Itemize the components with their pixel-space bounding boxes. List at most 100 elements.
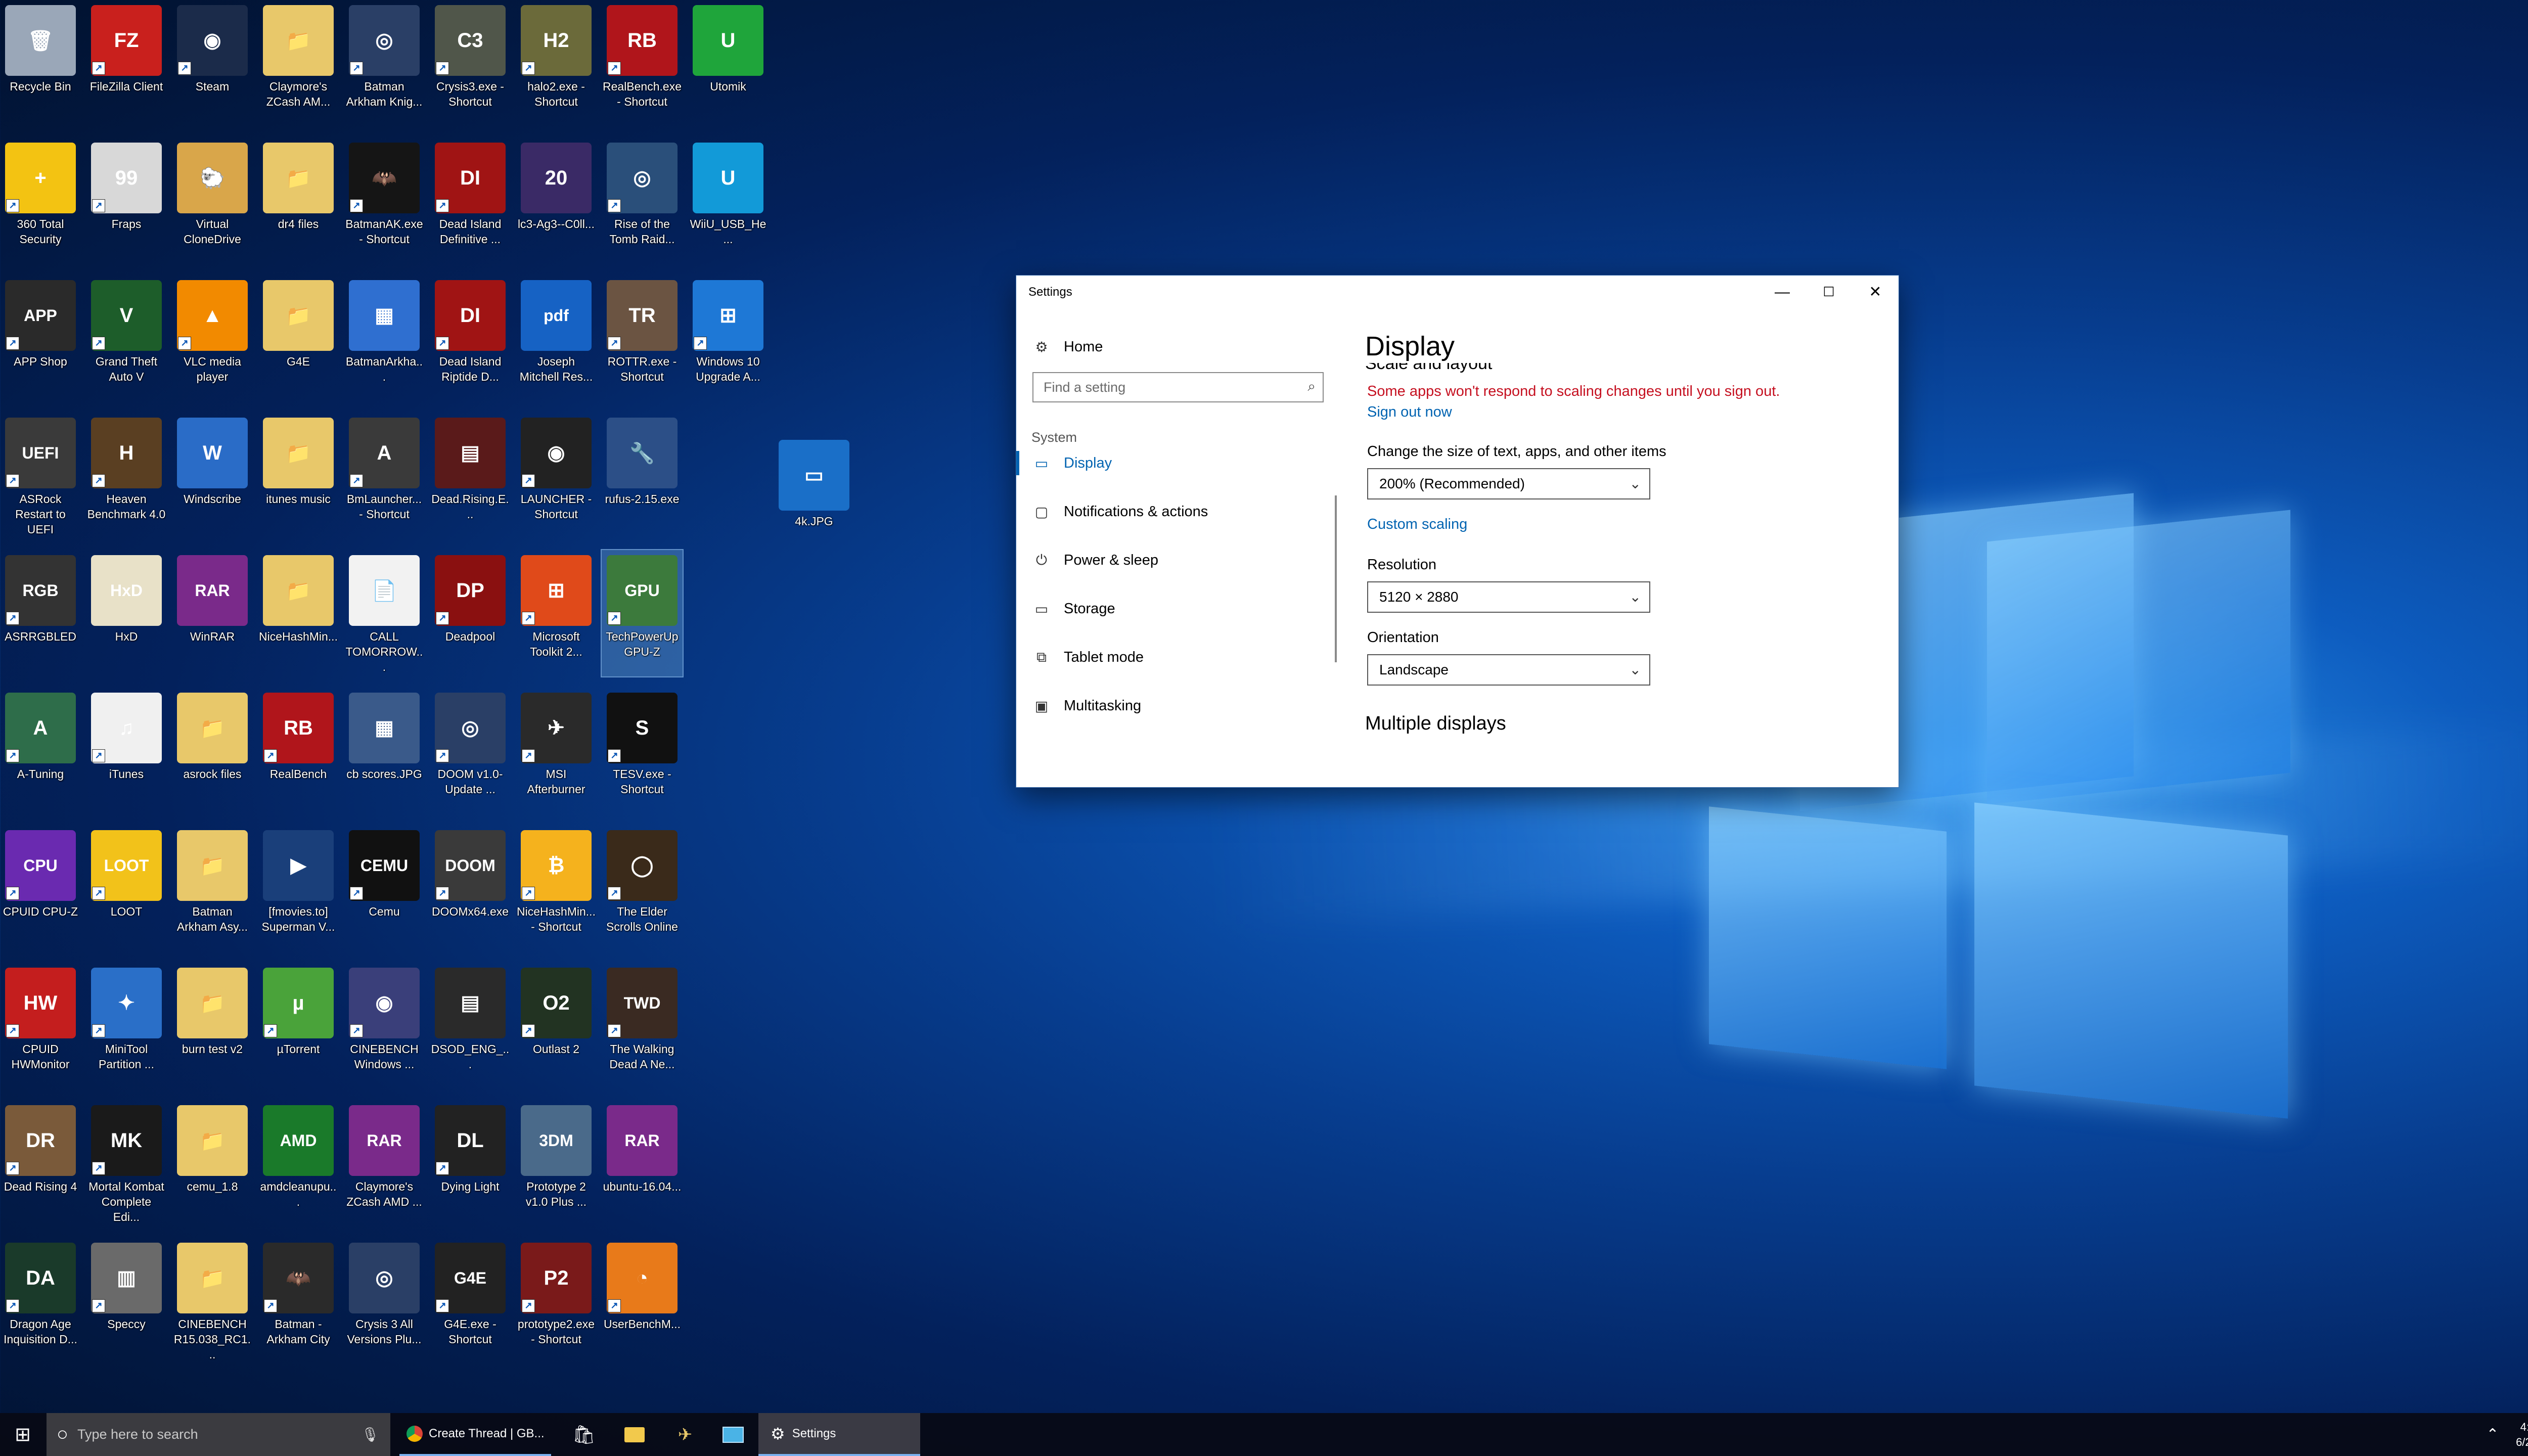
desktop-icon[interactable]: ⊞ ↗ Windows 10 Upgrade A...	[688, 275, 769, 401]
desktop-icon[interactable]: 🗑 Recycle Bin	[0, 0, 81, 126]
desktop-icon[interactable]: ✦ ↗ MiniTool Partition ...	[86, 963, 167, 1089]
desktop-icon[interactable]: + ↗ 360 Total Security	[0, 138, 81, 264]
nav-scrollbar[interactable]	[1335, 495, 1337, 662]
desktop-icon[interactable]: G4E ↗ G4E.exe - Shortcut	[430, 1238, 511, 1364]
desktop-icon[interactable]: 🦇 ↗ BatmanAK.exe - Shortcut	[344, 138, 425, 264]
minimize-button[interactable]: —	[1759, 276, 1805, 308]
desktop-icon[interactable]: 📄 CALL TOMORROW...	[344, 550, 425, 676]
desktop-icon[interactable]: µ ↗ µTorrent	[258, 963, 339, 1089]
taskbar-mail-button[interactable]	[710, 1413, 756, 1456]
desktop-icon[interactable]: ◎ Crysis 3 All Versions Plu...	[344, 1238, 425, 1364]
desktop-icon[interactable]: RB ↗ RealBench	[258, 688, 339, 814]
sign-out-link[interactable]: Sign out now	[1367, 404, 1452, 421]
desktop-icon[interactable]: ▤ DSOD_ENG_...	[430, 963, 511, 1089]
desktop-icon[interactable]: 📁 G4E	[258, 275, 339, 401]
desktop-icon[interactable]: DL ↗ Dying Light	[430, 1100, 511, 1226]
desktop-icon[interactable]: 📁 Batman Arkham Asy...	[172, 825, 253, 951]
desktop-icon[interactable]: RGB ↗ ASRRGBLED	[0, 550, 81, 676]
desktop-icon[interactable]: ▦ cb scores.JPG	[344, 688, 425, 814]
desktop-icon[interactable]: 📁 asrock files	[172, 688, 253, 814]
taskbar-app-button[interactable]: ✈	[662, 1413, 708, 1456]
desktop-icon[interactable]: 20 lc3-Ag3--C0ll...	[516, 138, 597, 264]
start-button[interactable]: ⊞	[0, 1413, 46, 1456]
show-hidden-icons-button[interactable]: ⌃	[2477, 1413, 2508, 1456]
nav-item-storage[interactable]: ▭ Storage	[1031, 601, 1115, 617]
desktop-icon[interactable]: ▥ ↗ Speccy	[86, 1238, 167, 1364]
desktop-icon[interactable]: ▭ 4k.JPG	[774, 435, 854, 561]
desktop-icon[interactable]: DI ↗ Dead Island Riptide D...	[430, 275, 511, 401]
maximize-button[interactable]: ☐	[1805, 276, 1852, 308]
desktop-icon[interactable]: DA ↗ Dragon Age Inquisition D...	[0, 1238, 81, 1364]
desktop-icon[interactable]: ◎ ↗ Rise of the Tomb Raid...	[602, 138, 683, 264]
taskbar-search-box[interactable]: ○ Type here to search 🎙	[47, 1413, 390, 1456]
desktop-icon[interactable]: LOOT ↗ LOOT	[86, 825, 167, 951]
desktop-icon[interactable]: RB ↗ RealBench.exe - Shortcut	[602, 0, 683, 126]
desktop-icon[interactable]: ◔ ↗ UserBenchM...	[602, 1238, 683, 1364]
microphone-icon[interactable]: 🎙	[361, 1426, 379, 1443]
close-button[interactable]: ✕	[1852, 276, 1899, 308]
desktop-icon[interactable]: FZ ↗ FileZilla Client	[86, 0, 167, 126]
desktop-icon[interactable]: HxD HxD	[86, 550, 167, 676]
desktop-icon[interactable]: ▶ [fmovies.to] Superman V...	[258, 825, 339, 951]
desktop-icon[interactable]: CEMU ↗ Cemu	[344, 825, 425, 951]
taskbar-explorer-button[interactable]	[612, 1413, 657, 1456]
desktop-icon[interactable]: ♫ ↗ iTunes	[86, 688, 167, 814]
taskbar-store-button[interactable]: 🛍	[561, 1413, 607, 1456]
desktop-icon[interactable]: MK ↗ Mortal Kombat Complete Edi...	[86, 1100, 167, 1226]
desktop-icon[interactable]: H ↗ Heaven Benchmark 4.0	[86, 413, 167, 539]
desktop-icon[interactable]: DOOM ↗ DOOMx64.exe	[430, 825, 511, 951]
desktop-icon[interactable]: DP ↗ Deadpool	[430, 550, 511, 676]
desktop-icon[interactable]: pdf Joseph Mitchell Res...	[516, 275, 597, 401]
desktop-icon[interactable]: UEFI ↗ ASRock Restart to UEFI	[0, 413, 81, 539]
desktop-icon[interactable]: ▦ BatmanArkha...	[344, 275, 425, 401]
desktop-icon[interactable]: 📁 CINEBENCH R15.038_RC1...	[172, 1238, 253, 1364]
desktop-icon[interactable]: ✈ ↗ MSI Afterburner	[516, 688, 597, 814]
desktop-icon[interactable]: 📁 dr4 files	[258, 138, 339, 264]
title-bar[interactable]: Settings — ☐ ✕	[1016, 276, 1899, 308]
desktop-icon[interactable]: RAR ubuntu-16.04...	[602, 1100, 683, 1226]
scale-dropdown[interactable]: 200% (Recommended) ⌄	[1367, 468, 1650, 499]
desktop-icon[interactable]: AMD amdcleanupu...	[258, 1100, 339, 1226]
desktop-icon[interactable]: U Utomik	[688, 0, 769, 126]
desktop-icon[interactable]: 📁 NiceHashMin...	[258, 550, 339, 676]
nav-item-multitasking[interactable]: ▣ Multitasking	[1031, 698, 1141, 714]
desktop-icon[interactable]: 99 ↗ Fraps	[86, 138, 167, 264]
desktop-icon[interactable]: TWD ↗ The Walking Dead A Ne...	[602, 963, 683, 1089]
desktop-icon[interactable]: ⊞ ↗ Microsoft Toolkit 2...	[516, 550, 597, 676]
desktop-icon[interactable]: 📁 cemu_1.8	[172, 1100, 253, 1226]
nav-item-power-sleep[interactable]: ⏻ Power & sleep	[1031, 552, 1158, 569]
desktop-icon[interactable]: ◉ ↗ Steam	[172, 0, 253, 126]
desktop-icon[interactable]: APP ↗ APP Shop	[0, 275, 81, 401]
desktop-icon[interactable]: A ↗ BmLauncher... - Shortcut	[344, 413, 425, 539]
desktop-icon[interactable]: ◎ ↗ Batman Arkham Knig...	[344, 0, 425, 126]
desktop-icon[interactable]: 🔧 rufus-2.15.exe	[602, 413, 683, 539]
desktop-icon[interactable]: 📁 burn test v2	[172, 963, 253, 1089]
search-input[interactable]: Find a setting ⌕	[1032, 372, 1324, 402]
desktop-icon[interactable]: CPU ↗ CPUID CPU-Z	[0, 825, 81, 951]
desktop-icon[interactable]: HW ↗ CPUID HWMonitor	[0, 963, 81, 1089]
nav-home[interactable]: ⚙ Home	[1031, 339, 1103, 355]
taskbar-chrome-item[interactable]: Create Thread | GB...	[399, 1413, 551, 1456]
clock[interactable]: 4:22 AM 6/22/2017	[2508, 1413, 2528, 1456]
nav-item-tablet-mode[interactable]: ⧉ Tablet mode	[1031, 649, 1144, 666]
desktop-icon[interactable]: 3DM Prototype 2 v1.0 Plus ...	[516, 1100, 597, 1226]
desktop-icon[interactable]: ◯ ↗ The Elder Scrolls Online	[602, 825, 683, 951]
desktop-icon[interactable]: 🦇 ↗ Batman - Arkham City	[258, 1238, 339, 1364]
desktop-icon[interactable]: DR ↗ Dead Rising 4	[0, 1100, 81, 1226]
desktop-icon[interactable]: ▤ Dead.Rising.E...	[430, 413, 511, 539]
desktop-icon[interactable]: S ↗ TESV.exe - Shortcut	[602, 688, 683, 814]
desktop-icon[interactable]: GPU ↗ TechPowerUp GPU-Z	[601, 549, 684, 677]
desktop-icon[interactable]: H2 ↗ halo2.exe - Shortcut	[516, 0, 597, 126]
desktop-icon[interactable]: ₿ ↗ NiceHashMin... - Shortcut	[516, 825, 597, 951]
desktop-icon[interactable]: A ↗ A-Tuning	[0, 688, 81, 814]
desktop-icon[interactable]: DI ↗ Dead Island Definitive ...	[430, 138, 511, 264]
custom-scaling-link[interactable]: Custom scaling	[1367, 516, 1467, 533]
taskbar-settings-item[interactable]: ⚙ Settings	[758, 1413, 920, 1456]
desktop-icon[interactable]: ◉ ↗ CINEBENCH Windows ...	[344, 963, 425, 1089]
nav-item-notifications-actions[interactable]: ▢ Notifications & actions	[1031, 504, 1208, 520]
nav-item-display[interactable]: ▭ Display	[1016, 451, 1112, 475]
desktop-icon[interactable]: RAR Claymore's ZCash AMD ...	[344, 1100, 425, 1226]
desktop-icon[interactable]: V ↗ Grand Theft Auto V	[86, 275, 167, 401]
resolution-dropdown[interactable]: 5120 × 2880 ⌄	[1367, 581, 1650, 613]
desktop-icon[interactable]: ◉ ↗ LAUNCHER - Shortcut	[516, 413, 597, 539]
